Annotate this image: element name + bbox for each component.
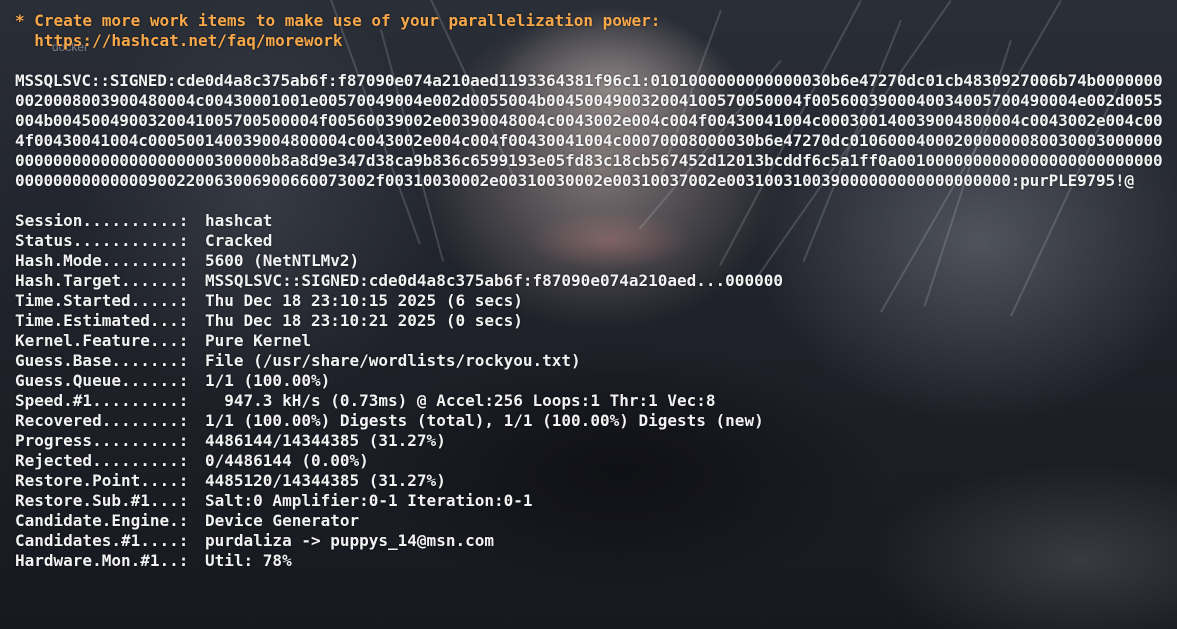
status-key: Guess.Base.......:: [15, 351, 189, 370]
status-key: Restore.Sub.#1...:: [15, 491, 189, 510]
status-key: Session..........:: [15, 211, 189, 230]
status-row: Time.Estimated...: Thu Dec 18 23:10:21 20…: [15, 311, 1170, 331]
status-row: Hardware.Mon.#1..: Util: 78%: [15, 551, 1170, 571]
status-value: 0/4486144 (0.00%): [205, 451, 369, 470]
status-key: Hardware.Mon.#1..:: [15, 551, 189, 570]
parallelization-warning: * Create more work items to make use of …: [15, 11, 661, 30]
morework-link[interactable]: https://hashcat.net/faq/morework: [34, 31, 342, 50]
status-key: Status...........:: [15, 231, 189, 250]
status-value: purdaliza -> puppys_14@msn.com: [205, 531, 494, 550]
status-value: Pure Kernel: [205, 331, 311, 350]
status-row: Recovered........: 1/1 (100.00%) Digests …: [15, 411, 1170, 431]
status-row: Progress.........: 4486144/14344385 (31.2…: [15, 431, 1170, 451]
status-key: Speed.#1.........:: [15, 391, 189, 410]
status-value: Salt:0 Amplifier:0-1 Iteration:0-1: [205, 491, 533, 510]
status-key: Candidates.#1....:: [15, 531, 189, 550]
status-row: Restore.Sub.#1...: Salt:0 Amplifier:0-1 I…: [15, 491, 1170, 511]
status-row: Status...........: Cracked: [15, 231, 1170, 251]
status-row: Candidates.#1....: purdaliza -> puppys_14…: [15, 531, 1170, 551]
status-value: 1/1 (100.00%) Digests (total), 1/1 (100.…: [205, 411, 764, 430]
status-key: Progress.........:: [15, 431, 189, 450]
status-key: Rejected.........:: [15, 451, 189, 470]
status-row: Speed.#1.........: 947.3 kH/s (0.73ms) @…: [15, 391, 1170, 411]
status-value: 947.3 kH/s (0.73ms) @ Accel:256 Loops:1 …: [205, 391, 716, 410]
status-row: Hash.Target......: MSSQLSVC::SIGNED:cde0d…: [15, 271, 1170, 291]
status-key: Recovered........:: [15, 411, 189, 430]
status-row: Kernel.Feature...: Pure Kernel: [15, 331, 1170, 351]
status-row: Restore.Point....: 4485120/14344385 (31.2…: [15, 471, 1170, 491]
status-row: Guess.Base.......: File (/usr/share/wordl…: [15, 351, 1170, 371]
status-value: File (/usr/share/wordlists/rockyou.txt): [205, 351, 581, 370]
status-key: Kernel.Feature...:: [15, 331, 189, 350]
status-row: Session..........: hashcat: [15, 211, 1170, 231]
status-value: 5600 (NetNTLMv2): [205, 251, 360, 270]
terminal-output[interactable]: * Create more work items to make use of …: [15, 11, 1170, 571]
status-value: 1/1 (100.00%): [205, 371, 331, 390]
status-key: Time.Started.....:: [15, 291, 189, 310]
status-key: Time.Estimated...:: [15, 311, 189, 330]
status-row: Guess.Queue......: 1/1 (100.00%): [15, 371, 1170, 391]
status-row: Candidate.Engine.: Device Generator: [15, 511, 1170, 531]
status-key: Guess.Queue......:: [15, 371, 189, 390]
status-value: 4486144/14344385 (31.27%): [205, 431, 446, 450]
status-value: Cracked: [205, 231, 273, 250]
status-value: Thu Dec 18 23:10:21 2025 (0 secs): [205, 311, 523, 330]
status-key: Hash.Mode........:: [15, 251, 189, 270]
status-row: Time.Started.....: Thu Dec 18 23:10:15 20…: [15, 291, 1170, 311]
status-value: Device Generator: [205, 511, 360, 530]
status-row: Rejected.........: 0/4486144 (0.00%): [15, 451, 1170, 471]
status-value: 4485120/14344385 (31.27%): [205, 471, 446, 490]
status-value: Util: 78%: [205, 551, 292, 570]
status-row: Hash.Mode........: 5600 (NetNTLMv2): [15, 251, 1170, 271]
cracked-hash-output: MSSQLSVC::SIGNED:cde0d4a8c375ab6f:f87090…: [15, 71, 1163, 190]
hashcat-status-block: Session..........: hashcat Status.........…: [15, 211, 1170, 571]
warning-url-line: https://hashcat.net/faq/morework: [15, 31, 1170, 51]
status-value: Thu Dec 18 23:10:15 2025 (6 secs): [205, 291, 523, 310]
status-key: Candidate.Engine.:: [15, 511, 189, 530]
status-value: MSSQLSVC::SIGNED:cde0d4a8c375ab6f:f87090…: [205, 271, 783, 290]
status-key: Restore.Point....:: [15, 471, 189, 490]
status-key: Hash.Target......:: [15, 271, 189, 290]
status-value: hashcat: [205, 211, 273, 230]
